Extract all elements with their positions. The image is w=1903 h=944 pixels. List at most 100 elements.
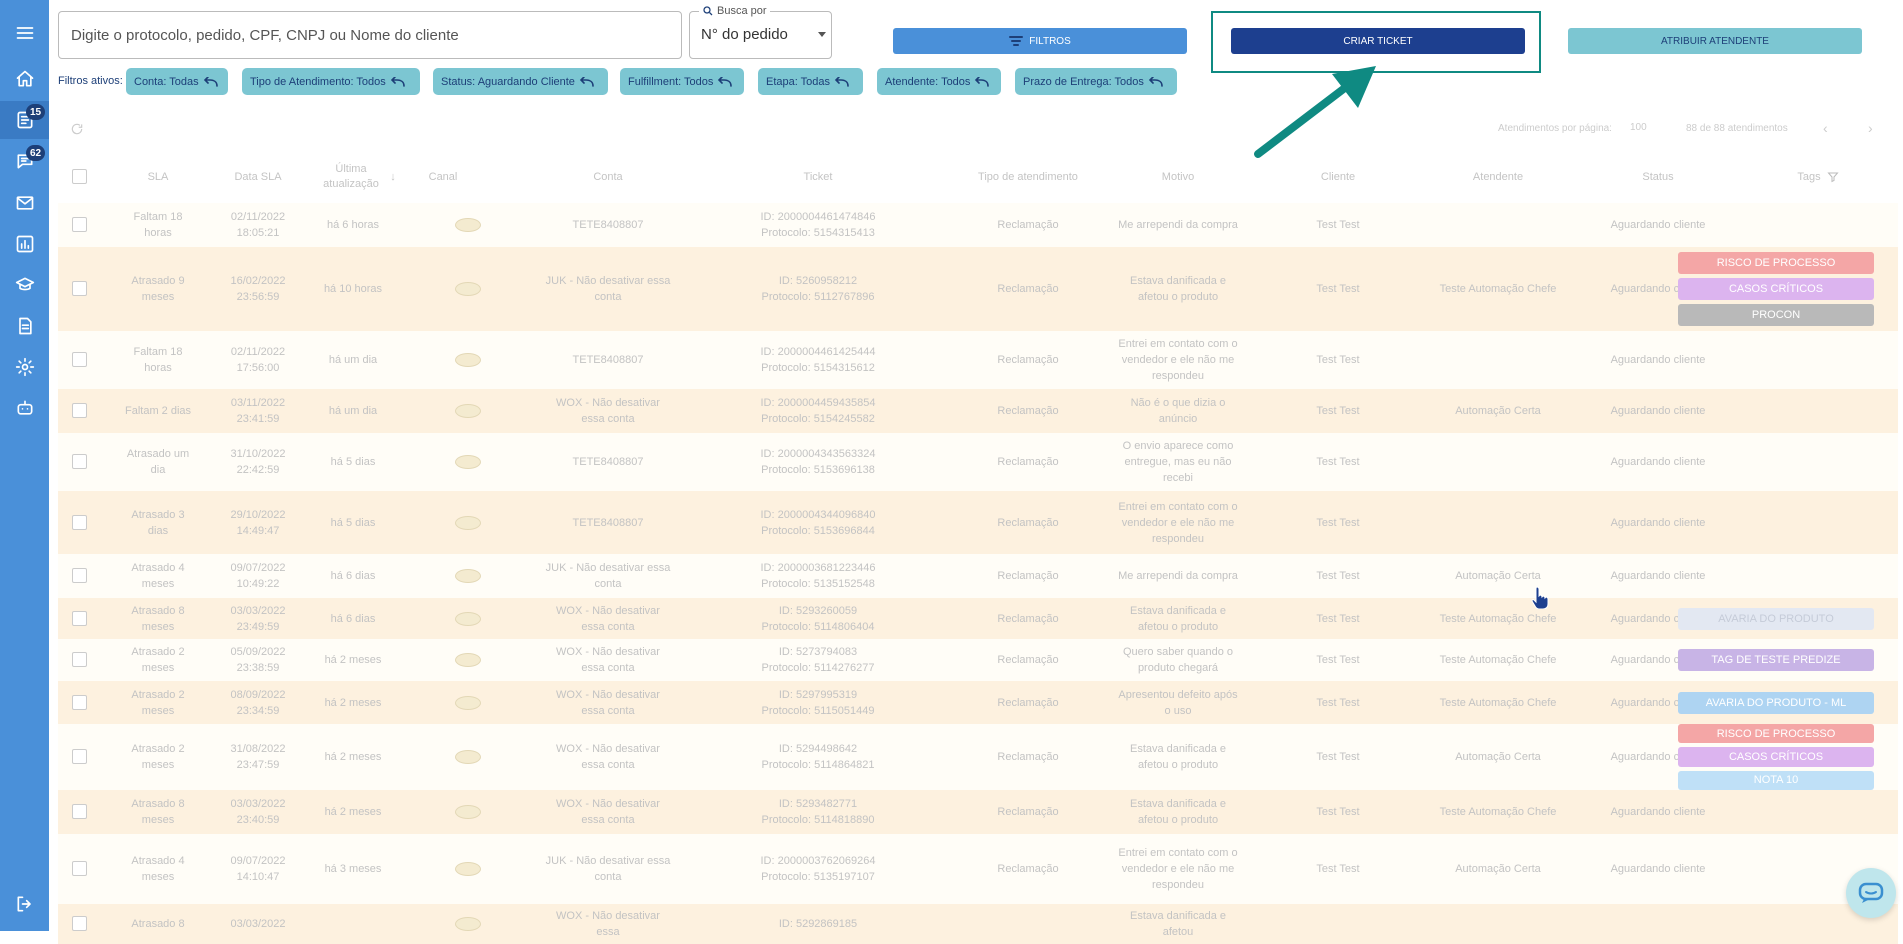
table-row[interactable]: Atrasado 2 meses 05/09/2022 23:38:59 há 2 … bbox=[58, 639, 1898, 681]
per-page-select[interactable]: 100 bbox=[1630, 122, 1647, 133]
chevron-down-icon[interactable] bbox=[818, 32, 826, 37]
ticket-id: ID: 5293482771 bbox=[778, 798, 858, 810]
row-checkbox[interactable] bbox=[72, 281, 87, 296]
row-checkbox[interactable] bbox=[72, 804, 87, 819]
table-row[interactable]: Atrasado 8 meses 03/03/2022 23:49:59 há 6 … bbox=[58, 598, 1898, 639]
status-cell: Aguardando cliente bbox=[1558, 433, 1758, 491]
header-ultima[interactable]: Última atualização bbox=[316, 155, 386, 199]
undo-icon[interactable] bbox=[1148, 76, 1164, 87]
ultima-cell: há 2 meses bbox=[308, 790, 398, 834]
tag-badge[interactable]: TAG DE TESTE PREDIZE bbox=[1678, 649, 1874, 671]
select-all-checkbox[interactable] bbox=[72, 169, 87, 184]
undo-icon[interactable] bbox=[834, 76, 850, 87]
filter-chip[interactable]: Tipo de Atendimento: Todos bbox=[242, 68, 420, 95]
row-checkbox[interactable] bbox=[72, 454, 87, 469]
filter-chip[interactable]: Fulfillment: Todos bbox=[620, 68, 744, 95]
tag-badge[interactable]: RISCO DE PROCESSO bbox=[1678, 724, 1874, 744]
chat-icon[interactable]: 62 bbox=[0, 142, 49, 180]
cliente-text: Test Test bbox=[1316, 283, 1360, 295]
filter-chip[interactable]: Status: Aguardando Cliente bbox=[433, 68, 608, 95]
tag-badge[interactable]: CASOS CRÍTICOS bbox=[1678, 747, 1874, 767]
criar-ticket-button[interactable]: CRIAR TICKET bbox=[1231, 28, 1525, 54]
ticket-cell: ID: 2000003762069264 Protocolo: 513519710… bbox=[708, 834, 928, 904]
table-row[interactable]: Atrasado 4 meses 09/07/2022 14:10:47 há 3 … bbox=[58, 834, 1898, 904]
table-row[interactable]: Atrasado 2 meses 08/09/2022 23:34:59 há 2 … bbox=[58, 681, 1898, 724]
filtros-button[interactable]: FILTROS bbox=[893, 28, 1187, 54]
atribuir-atendente-button[interactable]: ATRIBUIR ATENDENTE bbox=[1568, 28, 1862, 54]
table-row[interactable]: Faltam 2 dias 03/11/2022 23:41:59 há um di… bbox=[58, 389, 1898, 433]
table-row[interactable]: Atrasado 8 meses 03/03/2022 23:40:59 há 2 … bbox=[58, 790, 1898, 834]
ticket-cell: ID: 5260958212 Protocolo: 5112767896 bbox=[708, 247, 928, 331]
table-row[interactable]: Atrasado 9 meses 16/02/2022 23:56:59 há 10… bbox=[58, 247, 1898, 331]
chevron-right-icon[interactable]: › bbox=[1868, 120, 1873, 136]
status-text: Aguardando cliente bbox=[1610, 516, 1706, 529]
undo-icon[interactable] bbox=[390, 76, 406, 87]
tickets-icon[interactable]: 15 bbox=[0, 101, 49, 139]
logout-icon[interactable] bbox=[0, 885, 49, 923]
ultima-text: há 10 horas bbox=[323, 283, 383, 295]
undo-icon[interactable] bbox=[203, 76, 219, 87]
table-row[interactable]: Atrasado 8 03/03/2022 WOX - Não desativar … bbox=[58, 904, 1898, 944]
table-row[interactable]: Atrasado 4 meses 09/07/2022 10:49:22 há 6 … bbox=[58, 554, 1898, 598]
tag-badge[interactable]: NOTA 10 bbox=[1678, 770, 1874, 790]
tag-badge[interactable]: AVARIA DO PRODUTO bbox=[1678, 607, 1874, 630]
channel-cell bbox=[448, 790, 488, 834]
menu-icon[interactable] bbox=[0, 14, 49, 52]
filter-chip[interactable]: Atendente: Todos bbox=[877, 68, 1001, 95]
filter-chip-label: Tipo de Atendimento: Todos bbox=[250, 75, 386, 88]
undo-icon[interactable] bbox=[579, 76, 595, 87]
tipo-text: Reclamação bbox=[997, 806, 1059, 818]
table-row[interactable]: Atrasado 2 meses 31/08/2022 23:47:59 há 2 … bbox=[58, 724, 1898, 790]
chat-widget-button[interactable] bbox=[1846, 868, 1896, 918]
chevron-left-icon[interactable]: ‹ bbox=[1823, 120, 1828, 136]
training-icon[interactable] bbox=[0, 266, 49, 304]
sla-cell: Atrasado um dia bbox=[108, 433, 208, 491]
undo-icon[interactable] bbox=[974, 76, 990, 87]
filter-chip[interactable]: Conta: Todas bbox=[126, 68, 228, 95]
tag-badge[interactable]: CASOS CRÍTICOS bbox=[1678, 278, 1874, 300]
cliente-text: Test Test bbox=[1316, 654, 1360, 666]
bot-icon[interactable] bbox=[0, 389, 49, 427]
conta-cell: WOX - Não desativar essa conta bbox=[498, 681, 718, 724]
search-input[interactable]: Digite o protocolo, pedido, CPF, CNPJ ou… bbox=[58, 11, 682, 59]
row-checkbox[interactable] bbox=[72, 916, 87, 931]
filter-chip[interactable]: Prazo de Entrega: Todos bbox=[1015, 68, 1177, 95]
header-data-sla[interactable]: Data SLA bbox=[208, 155, 308, 199]
ticket-protocolo: Protocolo: 5154245582 bbox=[761, 413, 875, 425]
home-icon[interactable] bbox=[0, 60, 49, 98]
row-checkbox[interactable] bbox=[72, 514, 87, 530]
row-checkbox[interactable] bbox=[72, 652, 87, 667]
table-row[interactable]: Atrasado um dia 31/10/2022 22:42:59 há 5 d… bbox=[58, 433, 1898, 491]
table-row[interactable]: Faltam 18 horas 02/11/2022 17:56:00 há um … bbox=[58, 331, 1898, 389]
row-checkbox[interactable] bbox=[72, 749, 87, 764]
data-sla-text: 03/03/2022 bbox=[230, 918, 286, 930]
reports-icon[interactable] bbox=[0, 225, 49, 263]
sla-cell: Atrasado 4 meses bbox=[108, 834, 208, 904]
row-checkbox[interactable] bbox=[72, 568, 87, 583]
data-sla-cell: 05/09/2022 23:38:59 bbox=[208, 639, 308, 681]
table-row[interactable]: Atrasado 3 dias 29/10/2022 14:49:47 há 5 d… bbox=[58, 491, 1898, 554]
atendente-text: Automação Certa bbox=[1455, 570, 1541, 582]
data-sla-text: 09/07/2022 14:10:47 bbox=[230, 855, 286, 883]
row-checkbox[interactable] bbox=[72, 861, 87, 876]
marketplace-icon bbox=[455, 917, 481, 931]
refresh-icon[interactable] bbox=[70, 122, 84, 136]
status-text: Aguardando cliente bbox=[1610, 456, 1706, 468]
tags-cell: AVARIA DO PRODUTO bbox=[1678, 598, 1874, 639]
header-sla[interactable]: SLA bbox=[108, 155, 208, 199]
tag-badge[interactable]: PROCON bbox=[1678, 304, 1874, 326]
document-icon[interactable] bbox=[0, 307, 49, 345]
row-checkbox[interactable] bbox=[72, 403, 87, 418]
row-checkbox[interactable] bbox=[72, 352, 87, 367]
row-checkbox[interactable] bbox=[72, 694, 87, 710]
mail-icon[interactable] bbox=[0, 184, 49, 222]
filter-icon[interactable] bbox=[1827, 171, 1839, 183]
tag-badge[interactable]: AVARIA DO PRODUTO - ML bbox=[1678, 691, 1874, 714]
filter-chip[interactable]: Etapa: Todas bbox=[758, 68, 863, 95]
table-row[interactable]: Faltam 18 horas 02/11/2022 18:05:21 há 6 h… bbox=[58, 203, 1898, 247]
undo-icon[interactable] bbox=[717, 76, 733, 87]
row-checkbox[interactable] bbox=[72, 610, 87, 626]
row-checkbox[interactable] bbox=[72, 217, 87, 232]
tag-badge[interactable]: RISCO DE PROCESSO bbox=[1678, 252, 1874, 274]
settings-icon[interactable] bbox=[0, 348, 49, 386]
